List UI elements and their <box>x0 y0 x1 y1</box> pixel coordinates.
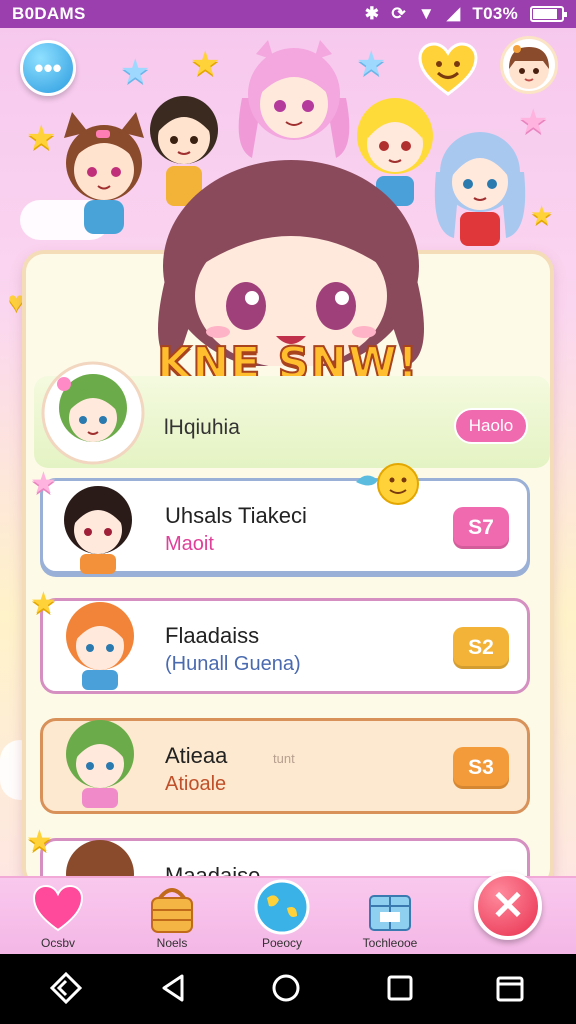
status-bar: B0DAMS ✱ ⟳ ▼ ◢ T03% <box>0 0 576 28</box>
basket-icon <box>151 888 193 933</box>
heart-icon <box>32 884 84 932</box>
list-item-avatar <box>66 840 134 880</box>
battery-icon <box>530 6 567 22</box>
character-main-illustration <box>158 160 424 366</box>
score-badge: S7 <box>453 507 509 549</box>
nav-item-noels[interactable]: Noels <box>122 878 222 956</box>
battery-percent: T03% <box>472 4 518 23</box>
home-icon[interactable] <box>270 972 302 1004</box>
list-item-name: Atieaa <box>165 743 228 768</box>
nav-item-label: Poeocy <box>261 936 303 950</box>
star-icon: ★ <box>356 45 387 83</box>
nav-item-poeocy[interactable]: Poeocy <box>232 878 332 956</box>
list-item-avatar <box>64 486 132 574</box>
list-item-subtitle: Atioale <box>165 773 227 795</box>
nav-item-label: Noels <box>156 936 188 950</box>
globe-icon <box>254 879 310 935</box>
status-carrier-text: B0DAMS <box>12 4 86 23</box>
split-screen-icon[interactable] <box>494 972 526 1004</box>
star-icon: ★ <box>26 119 57 157</box>
nav-item-label: Ocsbv <box>40 936 75 950</box>
wifi-icon: ▼ <box>417 4 436 23</box>
star-icon: ★ <box>26 825 53 858</box>
character-catgirl-illustration <box>64 112 144 234</box>
star-icon: ★ <box>530 200 554 230</box>
profile-pill-label: Haolo <box>468 416 514 435</box>
gift-box-icon <box>369 895 411 931</box>
list-item-subtitle: (Hunall Guena) <box>165 653 301 675</box>
list-item-avatar <box>66 720 134 808</box>
list-item-name: Uhsals Tiakeci <box>165 503 307 528</box>
recents-icon[interactable] <box>384 972 416 1004</box>
chat-bubble-icon: ••• <box>34 52 62 83</box>
back-icon[interactable] <box>158 972 190 1004</box>
list-item-note: tunt <box>273 751 295 766</box>
nav-item-label: Tochleooe <box>362 936 418 950</box>
star-icon: ★ <box>30 467 57 500</box>
list-item-avatar <box>66 602 134 690</box>
star-icon: ★ <box>120 53 151 91</box>
character-pink-hair-illustration <box>238 40 350 158</box>
profile-avatar[interactable] <box>500 36 558 94</box>
list-item-name: Flaadaiss <box>165 623 260 648</box>
smile-sticker-icon <box>356 463 419 505</box>
sync-icon: ⟳ <box>391 4 406 23</box>
assistant-icon[interactable] <box>50 972 82 1004</box>
character-blue-hair-illustration <box>434 132 526 246</box>
player-avatar <box>41 361 145 465</box>
chat-button[interactable]: ••• <box>20 40 76 96</box>
signal-icon: ◢ <box>447 4 461 23</box>
bluetooth-icon: ✱ <box>364 4 380 23</box>
score-badge: S3 <box>453 747 509 789</box>
nav-item-tochleooe[interactable]: Tochleooe <box>340 878 440 956</box>
nav-item-ocsbv[interactable]: Ocsbv <box>8 878 108 956</box>
player-name: lHqiuhia <box>164 416 240 439</box>
system-navigation-bar <box>0 954 576 1024</box>
close-button[interactable]: ✕ <box>474 872 542 940</box>
star-icon: ★ <box>30 587 57 620</box>
list-item-subtitle: Maoit <box>165 533 214 555</box>
score-badge: S2 <box>453 627 509 669</box>
profile-pill-button[interactable]: Haolo <box>454 408 528 444</box>
close-icon: ✕ <box>491 884 525 928</box>
star-icon: ★ <box>190 45 221 83</box>
